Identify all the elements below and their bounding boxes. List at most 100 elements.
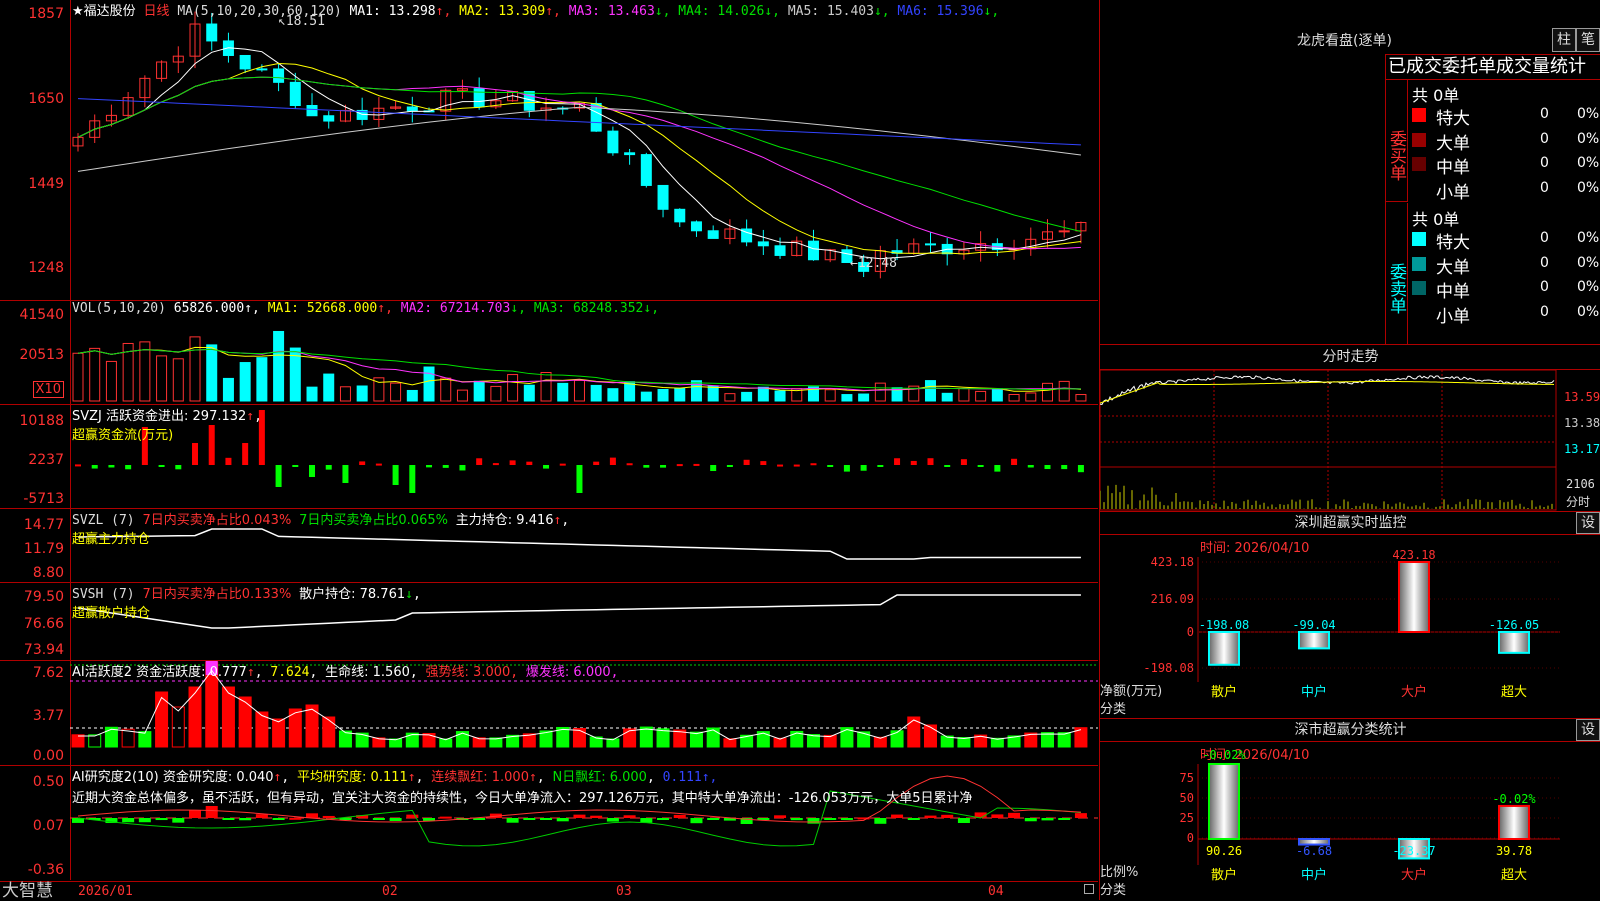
- volume-bar: [523, 384, 535, 402]
- fund-flow-bar: [225, 457, 232, 465]
- svzl-tick: 14.77: [23, 517, 64, 533]
- volume-bar: [958, 388, 970, 402]
- research-bar: [272, 818, 285, 820]
- x-axis: 大智慧 2026/01 02 03 04: [0, 881, 1098, 901]
- bar-value-label: -198.08: [1199, 618, 1250, 632]
- fund-flow-bar: [643, 465, 650, 468]
- fund-flow-bar: [1077, 465, 1084, 473]
- candle: [206, 23, 218, 42]
- order-pct: 0%: [1577, 106, 1600, 122]
- ai1-tick: 0.00: [32, 748, 64, 764]
- research-bar: [222, 818, 235, 820]
- fund-flow-bar: [910, 460, 917, 465]
- research-bar: [172, 818, 185, 823]
- volume-bar: [640, 391, 652, 402]
- bar-value-label: -23.37: [1392, 844, 1435, 858]
- fund-flow-bar: [325, 465, 332, 470]
- bar-y-tick: 0: [1187, 831, 1194, 845]
- ma-params: MA(5,10,20,30,60,120): [177, 4, 342, 19]
- fund-flow-bar: [242, 443, 249, 465]
- period-label[interactable]: 日线: [143, 4, 169, 19]
- category-bar: [1398, 561, 1430, 633]
- order-pct: 0%: [1577, 230, 1600, 246]
- ma-value: MA4: 14.026: [678, 4, 765, 19]
- ma-value: MA2: 13.309: [459, 4, 546, 19]
- activity-bar: [88, 734, 102, 748]
- order-count: 0: [1540, 106, 1549, 122]
- fund-flow-bar: [426, 465, 433, 468]
- research-bar: [840, 818, 853, 820]
- activity-bar: [923, 724, 937, 748]
- volume-bar: [390, 382, 402, 402]
- activity-bar: [890, 730, 904, 748]
- candle: [674, 208, 686, 223]
- volume-panel[interactable]: VOL(5,10,20) 65826.000↑, MA1: 52668.000↑…: [70, 301, 1098, 405]
- bar-value-label: -6.68: [1296, 844, 1332, 858]
- svzl-main-holding: 主力持仓: 9.416: [455, 513, 554, 528]
- fund-flow-bar: [1044, 465, 1051, 470]
- research-bar: [1008, 812, 1021, 818]
- research-bar: [824, 818, 837, 820]
- research-bar: [957, 818, 970, 823]
- volume-bar: [941, 392, 953, 402]
- order-row: 小单 0 0%: [1412, 302, 1600, 327]
- research-bar: [540, 818, 553, 820]
- activity-bar: [823, 734, 837, 748]
- fund-flow-bar: [609, 457, 616, 465]
- price-tick: 1650: [28, 91, 64, 107]
- ma-values: MA1: 13.298↑, MA2: 13.309↑, MA3: 13.463↓…: [349, 4, 1000, 19]
- intraday-panel[interactable]: 分时走势 13.59 13.38 13.17 2106 分时: [1099, 345, 1600, 512]
- candle: [473, 88, 485, 108]
- fund-flow-bar: [977, 465, 984, 467]
- volume-bar: [858, 393, 870, 402]
- volume-bar: [824, 389, 836, 402]
- research-bar: [439, 816, 452, 819]
- class-top-label: -0.02%: [1202, 748, 1246, 762]
- activity-bar: [138, 731, 152, 748]
- volume-bar: [590, 384, 602, 402]
- volume-bar: [490, 385, 502, 402]
- ai-activity-panel[interactable]: AI活跃度2 资金活跃度: 0.777↑, 7.624, 生命线: 1.560,…: [70, 661, 1098, 766]
- bar-y-tick: 50: [1180, 791, 1194, 805]
- fund-flow-bar: [409, 465, 416, 493]
- ai2-tick: -0.36: [27, 862, 64, 878]
- kline-panel[interactable]: ★福达股份 日线 MA(5,10,20,30,60,120) MA1: 13.2…: [70, 0, 1098, 301]
- research-bar: [1058, 818, 1071, 820]
- svzj-panel[interactable]: SVZJ 活跃资金进出: 297.132↑, 超赢资金流(万元): [70, 405, 1098, 509]
- fund-flow-bar: [1061, 465, 1068, 470]
- research-bar: [389, 818, 402, 821]
- fund-flow-bar: [710, 465, 717, 472]
- tick-view-button[interactable]: 笔: [1576, 28, 1600, 52]
- order-count: 0: [1540, 155, 1549, 171]
- research-bar: [891, 814, 904, 818]
- brand-logo: 大智慧: [2, 881, 53, 901]
- order-pct: 0%: [1577, 303, 1600, 320]
- bar-y-tick: 0: [1187, 625, 1194, 639]
- candle: [406, 106, 418, 112]
- ai-activity-header: AI活跃度2 资金活跃度: 0.777↑, 7.624, 生命线: 1.560,…: [72, 665, 619, 680]
- svzl-panel[interactable]: SVZL (7) 7日内买卖净占比0.043% 7日内买卖净占比0.065% 主…: [70, 509, 1098, 583]
- volume-bar: [507, 374, 519, 402]
- lock-icon[interactable]: [1084, 884, 1094, 894]
- svsh-panel[interactable]: SVSH (7) 7日内买卖净占比0.133% 散户持仓: 78.761↓, 超…: [70, 583, 1098, 661]
- ai-research-panel[interactable]: AI研究度2(10) 资金研究度: 0.040↑, 平均研究度: 0.111↑,…: [70, 766, 1098, 880]
- research-bar: [155, 818, 168, 821]
- activity-bar: [656, 728, 670, 748]
- ma-line: [77, 47, 1082, 260]
- order-pct: 0%: [1577, 155, 1600, 171]
- fund-flow-bar: [275, 465, 282, 487]
- research-bar: [122, 818, 135, 823]
- order-row: 特大 0 0%: [1412, 104, 1600, 129]
- order-name: 大单: [1436, 133, 1470, 154]
- volume-bar: [256, 357, 268, 402]
- svsh-tick: 73.94: [23, 642, 64, 658]
- svsh-retail-holding: 散户持仓: 78.761: [299, 587, 406, 602]
- x-date: 2026/01: [78, 884, 133, 899]
- order-color-swatch: [1412, 256, 1426, 271]
- column-view-button[interactable]: 柱: [1552, 28, 1576, 52]
- volume-bar: [707, 385, 719, 402]
- activity-bar: [572, 728, 586, 748]
- fund-flow-bar: [509, 460, 516, 465]
- bar-category-label: 大户: [1401, 684, 1427, 700]
- sz-class-chart: 75 50 25 0 90.26 散户 -6.68 中户 -23.37 大户 39.78 超大 -0.0…: [1180, 748, 1560, 883]
